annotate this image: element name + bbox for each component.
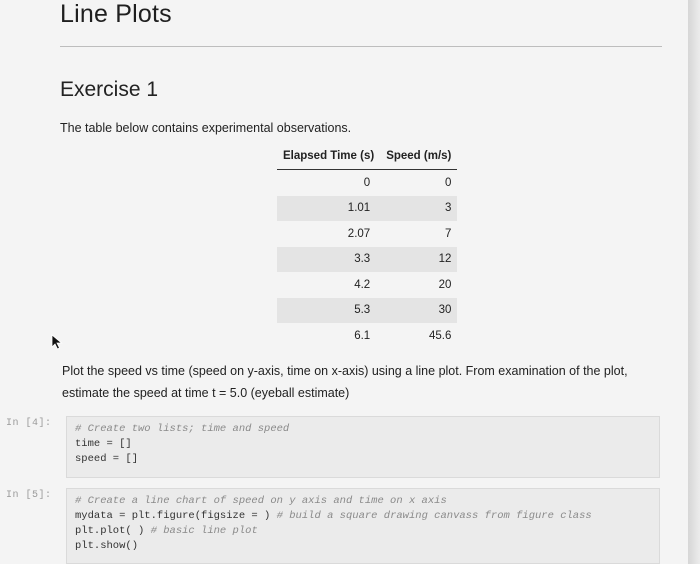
column-header-speed: Speed (m/s) bbox=[380, 146, 458, 170]
intro-text: The table below contains experimental ob… bbox=[60, 121, 352, 135]
code-comment: # Create two lists; time and speed bbox=[75, 423, 290, 435]
speed-cell: 0 bbox=[380, 169, 458, 196]
code-line: speed = [] bbox=[75, 452, 651, 467]
table-row: 5.3 30 bbox=[277, 297, 458, 323]
code-cell-lists[interactable]: # Create two lists; time and speed time … bbox=[66, 416, 660, 478]
code-text: plt.plot( ) bbox=[75, 525, 145, 537]
code-text: time = [] bbox=[75, 438, 132, 450]
table-row: 0 0 bbox=[277, 169, 458, 196]
speed-cell: 7 bbox=[380, 221, 458, 247]
table-header-row: Elapsed Time (s) Speed (m/s) bbox=[277, 146, 458, 170]
table-row: 2.07 7 bbox=[277, 221, 458, 247]
code-line: plt.plot( ) # basic line plot bbox=[75, 524, 651, 539]
code-text: speed = [] bbox=[75, 453, 139, 465]
speed-cell: 12 bbox=[380, 246, 458, 272]
code-line: # Create a line chart of speed on y axis… bbox=[75, 494, 651, 509]
speed-cell: 3 bbox=[380, 195, 458, 221]
code-cell-plot[interactable]: # Create a line chart of speed on y axis… bbox=[66, 488, 660, 564]
code-line: # Create two lists; time and speed bbox=[75, 422, 651, 437]
time-cell: 4.2 bbox=[277, 272, 381, 298]
code-line: plt.show() bbox=[75, 539, 651, 554]
time-cell: 0 bbox=[277, 169, 381, 196]
code-comment: # basic line plot bbox=[150, 525, 258, 537]
table-row: 1.01 3 bbox=[277, 195, 458, 221]
code-line: time = [] bbox=[75, 437, 651, 452]
code-comment: # build a square drawing canvass from fi… bbox=[276, 510, 592, 522]
speed-cell: 30 bbox=[380, 297, 458, 323]
exercise-title: Exercise 1 bbox=[60, 78, 159, 101]
column-header-time: Elapsed Time (s) bbox=[277, 146, 381, 170]
speed-cell: 45.6 bbox=[380, 323, 458, 349]
cell-prompt: In [5]: bbox=[6, 490, 52, 501]
notebook-page: Line Plots Exercise 1 The table below co… bbox=[0, 0, 688, 564]
code-line: mydata = plt.figure(figsize = ) # build … bbox=[75, 509, 651, 524]
code-text: mydata = plt.figure(figsize = ) bbox=[75, 510, 271, 522]
time-cell: 5.3 bbox=[277, 297, 381, 323]
section-divider bbox=[60, 46, 662, 47]
code-text: plt.show() bbox=[75, 540, 139, 552]
time-cell: 3.3 bbox=[277, 246, 381, 272]
time-cell: 1.01 bbox=[277, 195, 381, 221]
table-row: 3.3 12 bbox=[277, 246, 458, 272]
speed-cell: 20 bbox=[380, 272, 458, 298]
cell-prompt: In [4]: bbox=[6, 418, 52, 429]
instruction-text: Plot the speed vs time (speed on y-axis,… bbox=[62, 364, 628, 400]
code-comment: # Create a line chart of speed on y axis… bbox=[75, 495, 447, 507]
window-edge bbox=[688, 0, 700, 564]
time-cell: 2.07 bbox=[277, 221, 381, 247]
observations-table: Elapsed Time (s) Speed (m/s) 0 0 1.01 3 … bbox=[277, 146, 458, 349]
table-row: 4.2 20 bbox=[277, 272, 458, 298]
section-title: Line Plots bbox=[60, 0, 172, 28]
mouse-pointer-icon bbox=[51, 334, 63, 350]
time-cell: 6.1 bbox=[277, 323, 381, 349]
table-row: 6.1 45.6 bbox=[277, 323, 458, 349]
